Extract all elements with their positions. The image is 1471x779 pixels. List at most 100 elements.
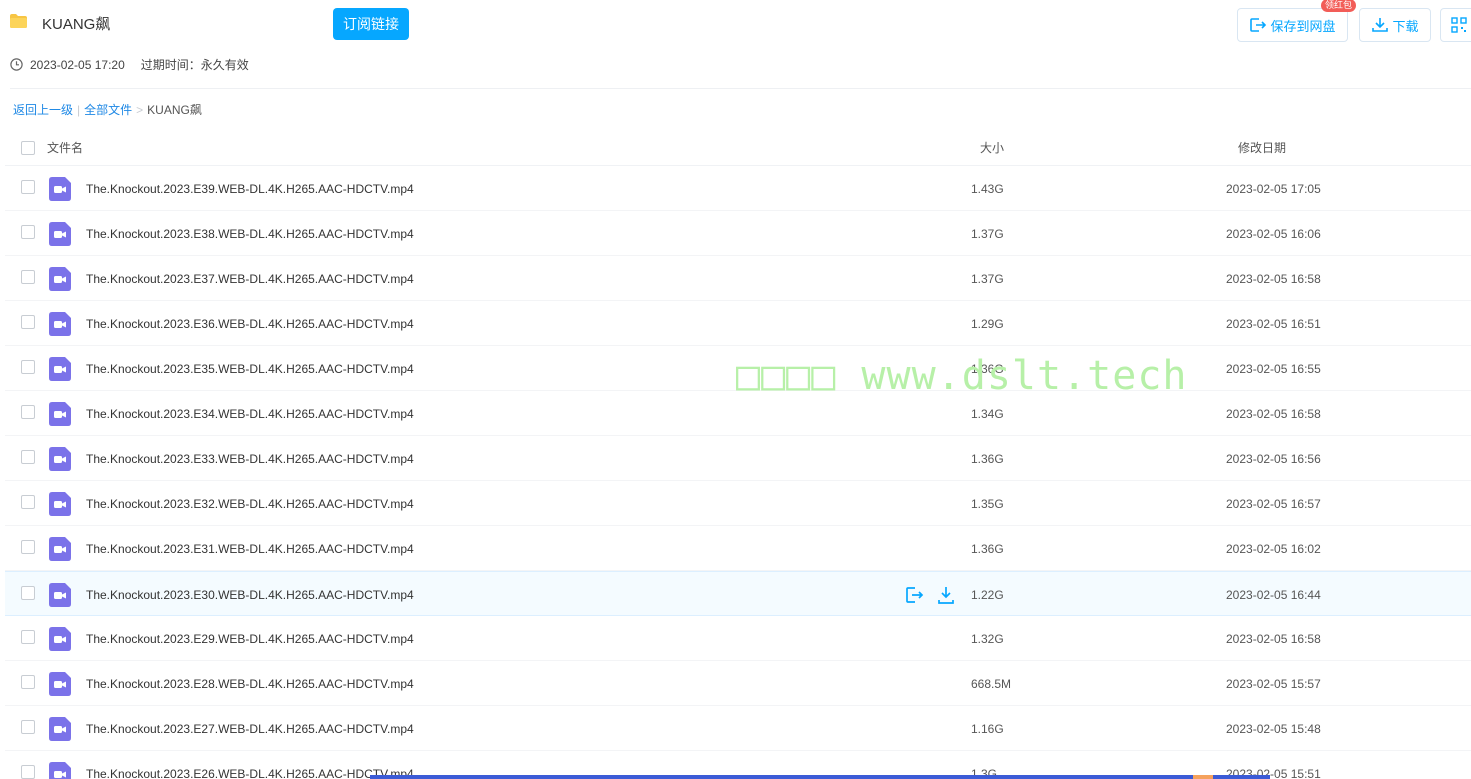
download-button[interactable]: 下载 (1359, 8, 1431, 42)
download-label: 下载 (1392, 18, 1419, 34)
file-name[interactable]: The.Knockout.2023.E33.WEB-DL.4K.H265.AAC… (86, 452, 414, 466)
breadcrumb: 返回上一级 | 全部文件 > KUANG飙 (13, 101, 202, 118)
row-checkbox[interactable] (21, 586, 35, 600)
row-checkbox[interactable] (21, 180, 35, 194)
file-name[interactable]: The.Knockout.2023.E39.WEB-DL.4K.H265.AAC… (86, 182, 414, 196)
subscribe-link-button[interactable]: 订阅链接 (333, 8, 409, 40)
file-date: 2023-02-05 15:48 (1226, 722, 1321, 736)
select-all-checkbox[interactable] (21, 141, 35, 155)
file-size: 1.36G (971, 542, 1004, 556)
file-size: 1.37G (971, 272, 1004, 286)
table-body: The.Knockout.2023.E39.WEB-DL.4K.H265.AAC… (5, 166, 1471, 779)
file-table: 文件名 大小 修改日期 The.Knockout.2023.E39.WEB-DL… (5, 128, 1471, 779)
file-date: 2023-02-05 16:58 (1226, 272, 1321, 286)
table-header: 文件名 大小 修改日期 (5, 128, 1471, 166)
file-size: 1.34G (971, 407, 1004, 421)
row-checkbox[interactable] (21, 360, 35, 374)
file-date: 2023-02-05 17:05 (1226, 182, 1321, 196)
table-row[interactable]: The.Knockout.2023.E33.WEB-DL.4K.H265.AAC… (5, 436, 1471, 481)
file-name[interactable]: The.Knockout.2023.E37.WEB-DL.4K.H265.AAC… (86, 272, 414, 286)
row-checkbox[interactable] (21, 630, 35, 644)
row-checkbox[interactable] (21, 225, 35, 239)
video-file-icon (49, 583, 71, 607)
video-file-icon (49, 672, 71, 696)
breadcrumb-all-files-link[interactable]: 全部文件 (84, 101, 132, 118)
file-date: 2023-02-05 16:57 (1226, 497, 1321, 511)
column-header-name[interactable]: 文件名 (47, 139, 83, 156)
file-date: 2023-02-05 16:58 (1226, 407, 1321, 421)
share-header: KUANG飙 订阅链接 2023-02-05 17:20 过期时间：永久有效 保… (0, 0, 1471, 88)
watermark: □□□□ www.dslt.tech (736, 353, 1188, 399)
file-name[interactable]: The.Knockout.2023.E28.WEB-DL.4K.H265.AAC… (86, 677, 414, 691)
clock-icon (10, 58, 23, 71)
video-file-icon (49, 222, 71, 246)
row-checkbox[interactable] (21, 405, 35, 419)
file-name[interactable]: The.Knockout.2023.E27.WEB-DL.4K.H265.AAC… (86, 722, 414, 736)
row-checkbox[interactable] (21, 495, 35, 509)
table-row[interactable]: The.Knockout.2023.E27.WEB-DL.4K.H265.AAC… (5, 706, 1471, 751)
file-name[interactable]: The.Knockout.2023.E30.WEB-DL.4K.H265.AAC… (86, 588, 414, 602)
folder-title: KUANG飙 (42, 16, 111, 33)
file-size: 1.29G (971, 317, 1004, 331)
table-row[interactable]: The.Knockout.2023.E38.WEB-DL.4K.H265.AAC… (5, 211, 1471, 256)
table-row[interactable]: The.Knockout.2023.E30.WEB-DL.4K.H265.AAC… (5, 571, 1471, 616)
table-row[interactable]: The.Knockout.2023.E36.WEB-DL.4K.H265.AAC… (5, 301, 1471, 346)
save-to-disk-button[interactable]: 保存到网盘 (1237, 8, 1348, 42)
row-actions (903, 585, 957, 605)
file-size: 1.35G (971, 497, 1004, 511)
file-date: 2023-02-05 15:57 (1226, 677, 1321, 691)
table-row[interactable]: The.Knockout.2023.E29.WEB-DL.4K.H265.AAC… (5, 616, 1471, 661)
bottom-scroll-accent (1193, 775, 1213, 779)
row-download-icon[interactable] (935, 585, 957, 605)
breadcrumb-separator: | (77, 102, 81, 117)
save-to-disk-label: 保存到网盘 (1270, 18, 1336, 34)
file-name[interactable]: The.Knockout.2023.E34.WEB-DL.4K.H265.AAC… (86, 407, 414, 421)
file-size: 1.32G (971, 632, 1004, 646)
download-icon (1372, 18, 1389, 32)
file-name[interactable]: The.Knockout.2023.E26.WEB-DL.4K.H265.AAC… (86, 767, 414, 779)
file-date: 2023-02-05 16:56 (1226, 452, 1321, 466)
video-file-icon (49, 447, 71, 471)
table-row[interactable]: The.Knockout.2023.E28.WEB-DL.4K.H265.AAC… (5, 661, 1471, 706)
column-header-size[interactable]: 大小 (980, 139, 1004, 156)
row-checkbox[interactable] (21, 450, 35, 464)
file-date: 2023-02-05 16:51 (1226, 317, 1321, 331)
row-checkbox[interactable] (21, 315, 35, 329)
table-row[interactable]: The.Knockout.2023.E31.WEB-DL.4K.H265.AAC… (5, 526, 1471, 571)
row-checkbox[interactable] (21, 270, 35, 284)
column-header-date[interactable]: 修改日期 (1238, 139, 1286, 156)
bottom-scroll-bar (370, 775, 1270, 779)
video-file-icon (49, 717, 71, 741)
row-checkbox[interactable] (21, 765, 35, 779)
row-checkbox[interactable] (21, 540, 35, 554)
qr-code-icon (1450, 17, 1467, 33)
file-name[interactable]: The.Knockout.2023.E38.WEB-DL.4K.H265.AAC… (86, 227, 414, 241)
qr-code-button[interactable] (1440, 8, 1471, 42)
file-size: 668.5M (971, 677, 1012, 691)
file-size: 1.37G (971, 227, 1004, 241)
file-date: 2023-02-05 16:06 (1226, 227, 1321, 241)
video-file-icon (49, 762, 71, 779)
video-file-icon (49, 402, 71, 426)
file-name[interactable]: The.Knockout.2023.E35.WEB-DL.4K.H265.AAC… (86, 362, 414, 376)
video-file-icon (49, 357, 71, 381)
file-name[interactable]: The.Knockout.2023.E32.WEB-DL.4K.H265.AAC… (86, 497, 414, 511)
file-size: 1.36G (971, 452, 1004, 466)
file-date: 2023-02-05 16:02 (1226, 542, 1321, 556)
table-row[interactable]: The.Knockout.2023.E39.WEB-DL.4K.H265.AAC… (5, 166, 1471, 211)
share-meta: 2023-02-05 17:20 过期时间：永久有效 (10, 56, 249, 73)
video-file-icon (49, 267, 71, 291)
file-name[interactable]: The.Knockout.2023.E31.WEB-DL.4K.H265.AAC… (86, 542, 414, 556)
row-checkbox[interactable] (21, 675, 35, 689)
row-checkbox[interactable] (21, 720, 35, 734)
breadcrumb-back-link[interactable]: 返回上一级 (13, 101, 73, 118)
file-name[interactable]: The.Knockout.2023.E36.WEB-DL.4K.H265.AAC… (86, 317, 414, 331)
table-row[interactable]: The.Knockout.2023.E32.WEB-DL.4K.H265.AAC… (5, 481, 1471, 526)
row-save-icon[interactable] (903, 585, 925, 605)
file-date: 2023-02-05 16:44 (1226, 588, 1321, 602)
video-file-icon (49, 537, 71, 561)
file-name[interactable]: The.Knockout.2023.E29.WEB-DL.4K.H265.AAC… (86, 632, 414, 646)
header-divider (10, 88, 1471, 89)
table-row[interactable]: The.Knockout.2023.E37.WEB-DL.4K.H265.AAC… (5, 256, 1471, 301)
folder-icon (10, 14, 27, 28)
